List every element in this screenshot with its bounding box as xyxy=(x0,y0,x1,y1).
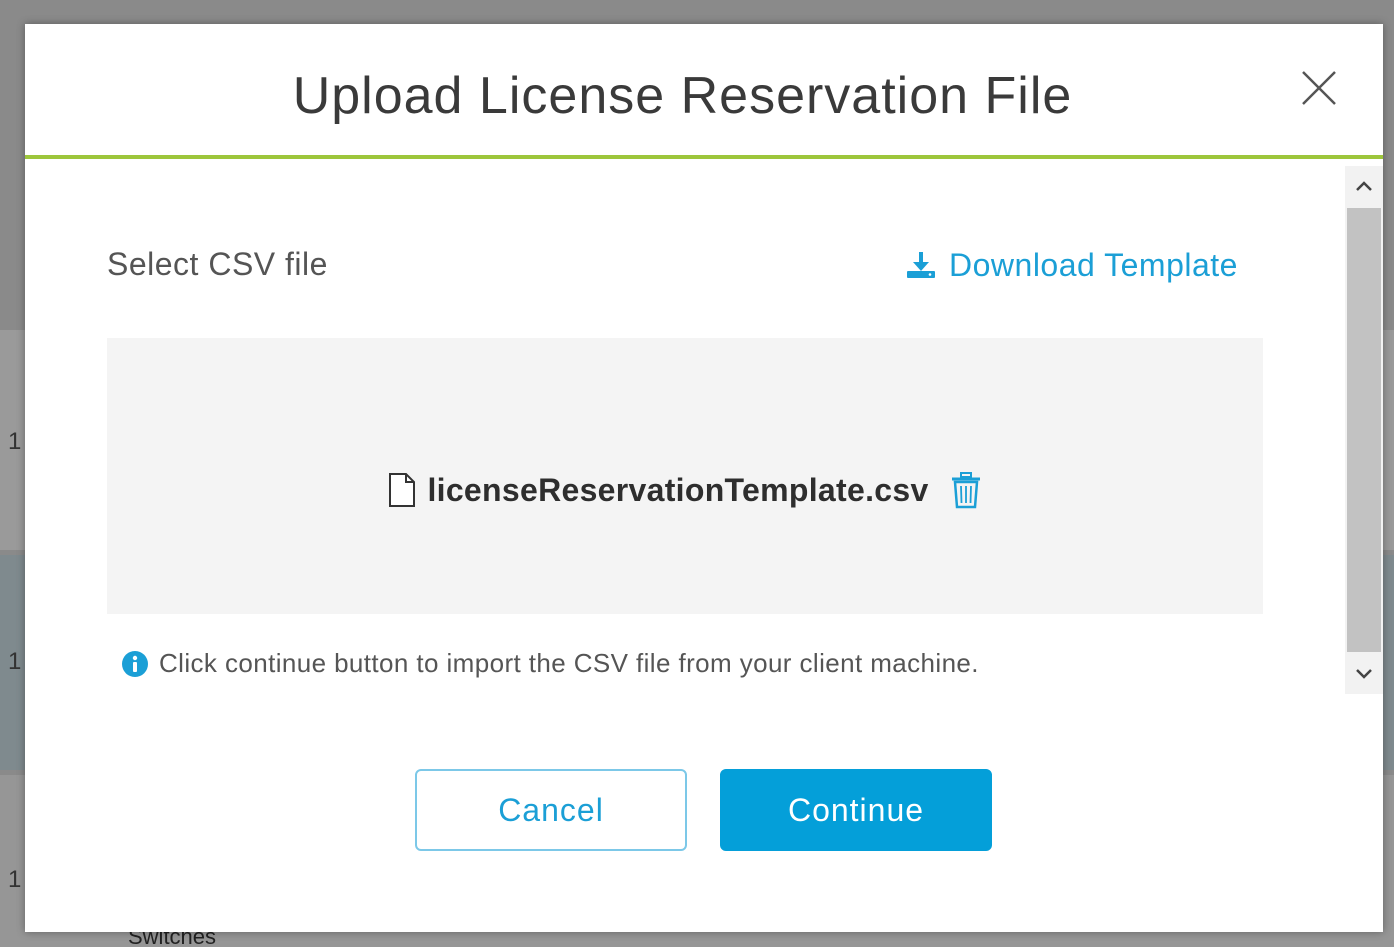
background-row-marker: 1 xyxy=(8,866,22,893)
close-icon xyxy=(1302,71,1336,105)
background-row-marker: 1 xyxy=(8,428,22,455)
info-text: Click continue button to import the CSV … xyxy=(159,648,979,678)
vertical-scrollbar[interactable] xyxy=(1345,166,1383,694)
selected-file: licenseReservationTemplate.csv xyxy=(107,458,1263,522)
chevron-up-icon xyxy=(1356,181,1372,191)
background-row-marker: 1 xyxy=(8,648,22,675)
info-message: Click continue button to import the CSV … xyxy=(121,648,979,679)
download-template-link[interactable]: Download Template xyxy=(905,244,1238,286)
download-template-label: Download Template xyxy=(949,246,1238,283)
file-drop-zone[interactable]: licenseReservationTemplate.csv xyxy=(107,338,1263,614)
close-button[interactable] xyxy=(1297,66,1341,110)
info-icon xyxy=(122,650,148,677)
chevron-down-icon xyxy=(1356,669,1372,679)
scroll-down-button[interactable] xyxy=(1345,654,1383,694)
select-csv-label: Select CSV file xyxy=(107,246,328,282)
file-name: licenseReservationTemplate.csv xyxy=(427,471,929,508)
scroll-thumb[interactable] xyxy=(1347,208,1381,652)
modal-title: Upload License Reservation File xyxy=(292,67,1073,125)
cancel-button[interactable]: Cancel xyxy=(415,769,687,851)
trash-icon[interactable] xyxy=(949,471,983,509)
file-icon xyxy=(389,473,416,507)
download-icon xyxy=(907,252,935,278)
continue-button[interactable]: Continue xyxy=(720,769,992,851)
modal-header: Upload License Reservation File xyxy=(25,24,1383,159)
upload-license-modal: Upload License Reservation File Select C… xyxy=(25,24,1383,932)
scroll-up-button[interactable] xyxy=(1345,166,1383,206)
